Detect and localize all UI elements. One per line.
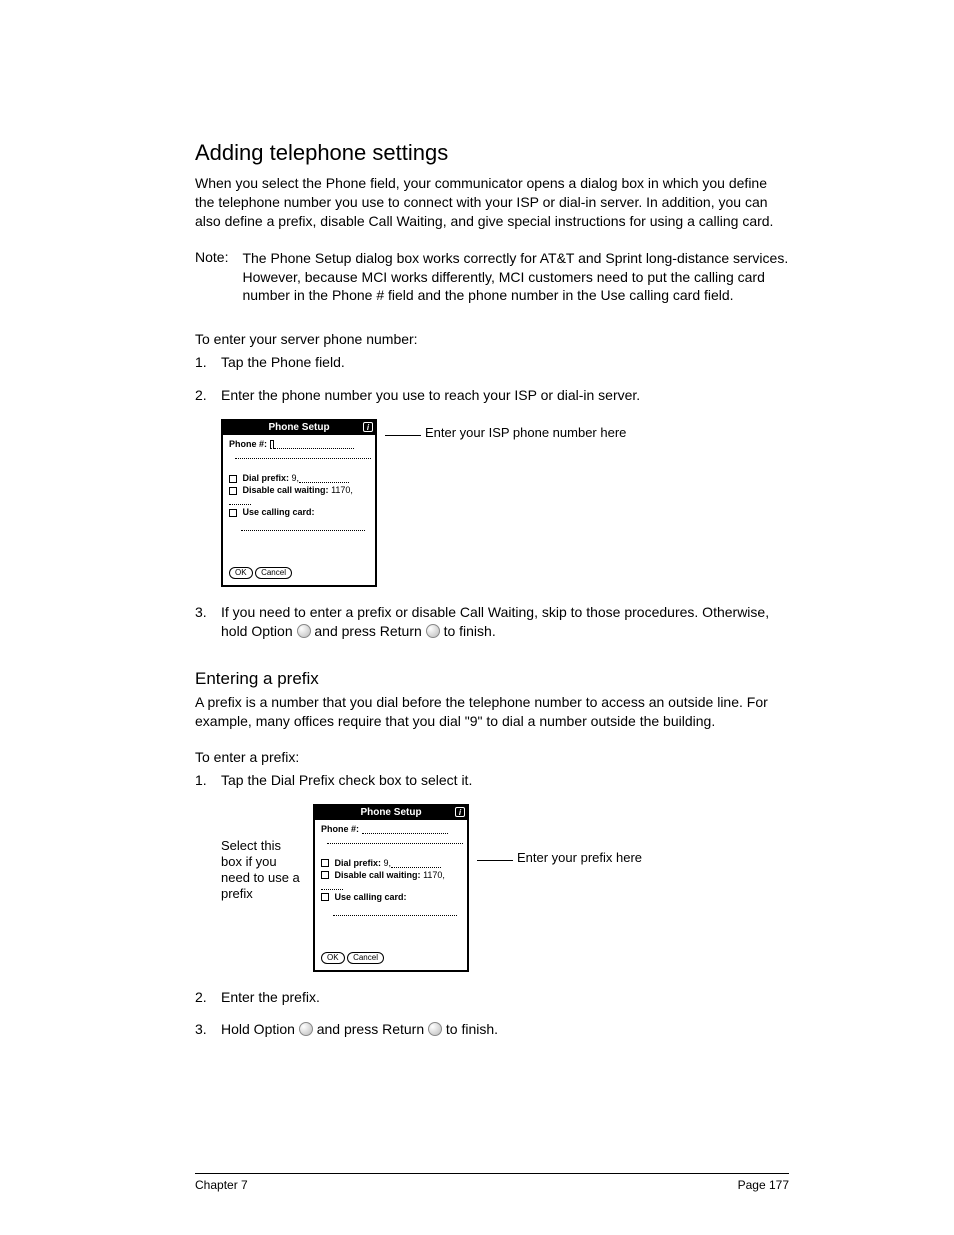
p2-step-3-b: and press Return bbox=[317, 1021, 428, 1037]
dialog-title: Phone Setup bbox=[268, 422, 329, 433]
dial-prefix-value-2[interactable]: 9, bbox=[384, 858, 392, 868]
dial-prefix-label: Dial prefix: bbox=[243, 473, 290, 483]
phone-number-label: Phone #: bbox=[229, 439, 267, 449]
figure-phone-setup-2: Select this box if you need to use a pre… bbox=[221, 804, 789, 972]
page-content: Adding telephone settings When you selec… bbox=[0, 0, 954, 1113]
disable-call-waiting-field-2[interactable] bbox=[321, 881, 343, 890]
step-3-part-b: and press Return bbox=[314, 623, 425, 639]
step-3-part-c: to finish. bbox=[444, 623, 496, 639]
use-calling-card-label-2: Use calling card: bbox=[335, 892, 407, 902]
dialog-titlebar-2: Phone Setup i bbox=[315, 806, 467, 820]
option-key-icon-2 bbox=[299, 1022, 313, 1036]
cancel-button-2[interactable]: Cancel bbox=[347, 952, 384, 964]
info-icon[interactable]: i bbox=[363, 422, 373, 432]
dial-prefix-checkbox[interactable] bbox=[229, 475, 237, 483]
page-footer: Chapter 7 Page 177 bbox=[195, 1173, 789, 1192]
callout-select-box-prefix: Select this box if you need to use a pre… bbox=[221, 804, 305, 903]
use-calling-card-checkbox-2[interactable] bbox=[321, 893, 329, 901]
note-block: Note: The Phone Setup dialog box works c… bbox=[195, 249, 789, 306]
heading-entering-a-prefix: Entering a prefix bbox=[195, 669, 789, 689]
dial-prefix-field-2[interactable] bbox=[391, 859, 441, 868]
p2-step-3-a: Hold Option bbox=[221, 1021, 299, 1037]
phone-number-field[interactable] bbox=[274, 440, 354, 449]
cancel-button[interactable]: Cancel bbox=[255, 567, 292, 579]
phone-number-field-2[interactable] bbox=[362, 825, 448, 834]
use-calling-card-label: Use calling card: bbox=[243, 507, 315, 517]
note-body: The Phone Setup dialog box works correct… bbox=[242, 249, 789, 306]
dial-prefix-checkbox-2[interactable] bbox=[321, 859, 329, 867]
callout-enter-isp-phone: Enter your ISP phone number here bbox=[385, 425, 626, 441]
phone-number-field-line2[interactable] bbox=[235, 450, 371, 459]
p2-step-1: Tap the Dial Prefix check box to select … bbox=[195, 771, 789, 790]
calling-card-field-2[interactable] bbox=[333, 907, 457, 916]
calling-card-field[interactable] bbox=[241, 522, 365, 531]
p2-step-2: Enter the prefix. bbox=[195, 988, 789, 1007]
phone-setup-dialog: Phone Setup i Phone #: Dial prefix: 9, D… bbox=[221, 419, 377, 587]
dial-prefix-label-2: Dial prefix: bbox=[335, 858, 382, 868]
procedure-2-steps: Tap the Dial Prefix check box to select … bbox=[195, 771, 789, 790]
phone-number-label-2: Phone #: bbox=[321, 824, 359, 834]
procedure-2-lead: To enter a prefix: bbox=[195, 749, 789, 765]
callout-enter-prefix-here: Enter your prefix here bbox=[477, 850, 642, 866]
footer-chapter: Chapter 7 bbox=[195, 1178, 248, 1192]
return-key-icon bbox=[426, 624, 440, 638]
phone-setup-dialog-2: Phone Setup i Phone #: Dial prefix: 9, D… bbox=[313, 804, 469, 972]
procedure-1-lead: To enter your server phone number: bbox=[195, 331, 789, 347]
p2-step-3: Hold Option and press Return to finish. bbox=[195, 1020, 789, 1039]
ok-button-2[interactable]: OK bbox=[321, 952, 345, 964]
dialog-title-2: Phone Setup bbox=[360, 807, 421, 818]
return-key-icon-2 bbox=[428, 1022, 442, 1036]
use-calling-card-checkbox[interactable] bbox=[229, 509, 237, 517]
heading-adding-telephone-settings: Adding telephone settings bbox=[195, 140, 789, 166]
dial-prefix-field[interactable] bbox=[299, 474, 349, 483]
disable-call-waiting-value[interactable]: 1170, bbox=[331, 485, 353, 495]
disable-call-waiting-label-2: Disable call waiting: bbox=[335, 870, 421, 880]
step-2: Enter the phone number you use to reach … bbox=[195, 386, 789, 405]
disable-call-waiting-checkbox-2[interactable] bbox=[321, 871, 329, 879]
phone-number-field-2-line2[interactable] bbox=[327, 835, 463, 844]
disable-call-waiting-field[interactable] bbox=[229, 496, 251, 505]
p2-step-3-c: to finish. bbox=[446, 1021, 498, 1037]
ok-button[interactable]: OK bbox=[229, 567, 253, 579]
info-icon-2[interactable]: i bbox=[455, 807, 465, 817]
option-key-icon bbox=[297, 624, 311, 638]
procedure-1-steps: Tap the Phone field. Enter the phone num… bbox=[195, 353, 789, 405]
procedure-2-steps-cont: Enter the prefix. Hold Option and press … bbox=[195, 988, 789, 1040]
footer-page-number: Page 177 bbox=[738, 1178, 789, 1192]
figure-phone-setup-1: Phone Setup i Phone #: Dial prefix: 9, D… bbox=[221, 419, 789, 587]
prefix-intro-paragraph: A prefix is a number that you dial befor… bbox=[195, 693, 789, 731]
dial-prefix-value[interactable]: 9, bbox=[292, 473, 300, 483]
disable-call-waiting-checkbox[interactable] bbox=[229, 487, 237, 495]
step-3: If you need to enter a prefix or disable… bbox=[195, 603, 789, 641]
disable-call-waiting-label: Disable call waiting: bbox=[243, 485, 329, 495]
dialog-titlebar: Phone Setup i bbox=[223, 421, 375, 435]
note-label: Note: bbox=[195, 249, 228, 306]
procedure-1-steps-cont: If you need to enter a prefix or disable… bbox=[195, 603, 789, 641]
step-1: Tap the Phone field. bbox=[195, 353, 789, 372]
disable-call-waiting-value-2[interactable]: 1170, bbox=[423, 870, 445, 880]
intro-paragraph: When you select the Phone field, your co… bbox=[195, 174, 789, 231]
